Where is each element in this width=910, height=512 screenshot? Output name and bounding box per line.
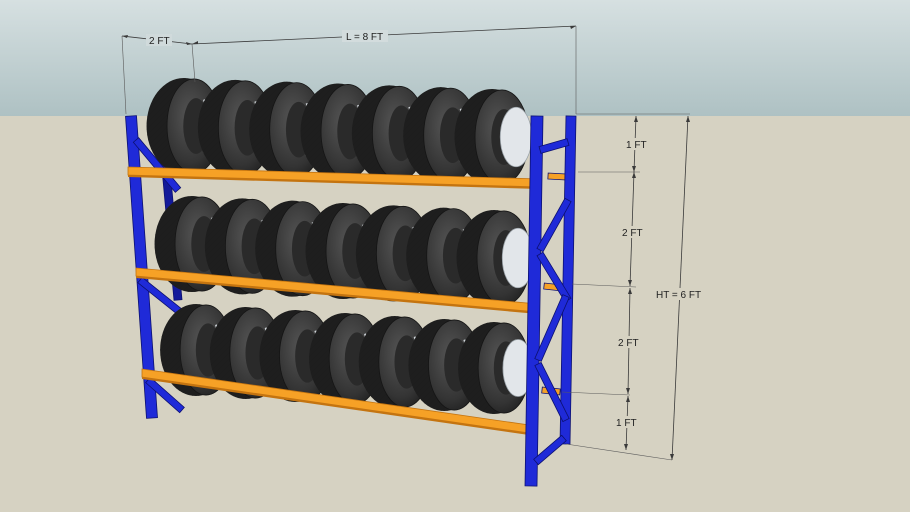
top-gap-label: 1 FT [626, 140, 647, 151]
tire-stack [146, 78, 535, 414]
upper-gap-label: 2 FT [622, 228, 643, 239]
scene: 2 FT L = 8 FT 1 FT 2 FT 2 FT 1 FT HT = 6… [0, 0, 910, 512]
lower-gap-label: 2 FT [618, 338, 639, 349]
tire [456, 210, 535, 306]
tire [454, 89, 533, 185]
depth-label: 2 FT [149, 36, 170, 47]
right-beam-stub-top [547, 172, 567, 181]
height-label: HT = 6 FT [656, 290, 701, 301]
length-label: L = 8 FT [346, 32, 383, 43]
wheel-rim [499, 106, 533, 168]
tire-rack-drawing: 2 FT L = 8 FT 1 FT 2 FT 2 FT 1 FT HT = 6… [0, 0, 910, 512]
tire [458, 322, 534, 414]
bottom-gap-label: 1 FT [616, 418, 637, 429]
